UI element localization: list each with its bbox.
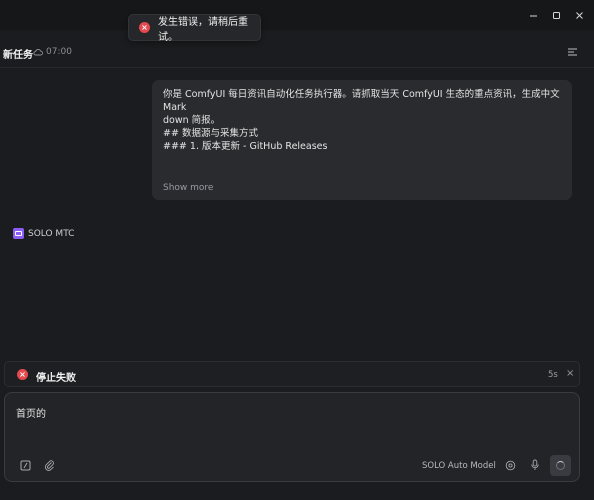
send-button[interactable] [550,455,571,476]
message-fade-overlay [152,152,572,200]
slash-command-icon [20,460,30,470]
voice-button[interactable] [527,457,543,473]
message-line: down 简报。 [163,115,221,126]
task-title: 新任务 [3,50,33,61]
message-line: ## 数据源与采集方式 [163,128,258,139]
attach-button[interactable] [41,457,57,473]
task-time-text: 07:00 [46,47,72,57]
agent-label: SOLO MTC [13,228,74,239]
chat-input[interactable]: 首页的 [16,405,46,420]
status-text: 停止失败 [36,373,76,384]
status-elapsed: 5s [548,370,558,380]
task-list-icon[interactable] [567,47,578,57]
status-close-icon[interactable]: × [566,368,574,379]
model-selector[interactable]: SOLO Auto Model [422,461,496,471]
app-window: 新任务 07:00 你是 ComfyUI 每日资讯自动化任务执行器。请抓取当天 … [0,0,594,500]
loading-spinner-icon [556,461,565,470]
close-icon [575,11,583,19]
paperclip-icon [44,460,54,471]
agent-badge-icon [13,228,24,239]
maximize-icon [552,11,560,19]
minimize-icon [529,15,537,16]
user-message-bubble: 你是 ComfyUI 每日资讯自动化任务执行器。请抓取当天 ComfyUI 生态… [152,80,572,200]
chat-input-box[interactable]: 首页的 SOLO Auto Model [4,392,580,482]
status-bar: × 停止失败 5s × [4,361,580,387]
microphone-icon [531,459,539,470]
cloud-icon [33,49,43,56]
task-header: 新任务 07:00 [0,38,594,68]
show-more-link[interactable]: Show more [163,183,213,193]
error-icon: × [17,369,28,380]
maximize-button[interactable] [545,6,567,24]
error-toast: × 发生错误，请稍后重试。 [128,14,261,43]
message-line: 你是 ComfyUI 每日资讯自动化任务执行器。请抓取当天 ComfyUI 生态… [163,89,563,113]
minimize-button[interactable] [522,6,544,24]
toast-message: 发生错误，请稍后重试。 [158,16,248,43]
task-schedule: 07:00 [33,47,72,57]
command-button[interactable] [17,457,33,473]
mention-button[interactable] [502,457,518,473]
close-window-button[interactable] [568,6,590,24]
window-titlebar [0,0,594,30]
at-sign-icon [505,460,515,470]
error-icon: × [139,22,150,33]
agent-name: SOLO MTC [28,228,75,239]
